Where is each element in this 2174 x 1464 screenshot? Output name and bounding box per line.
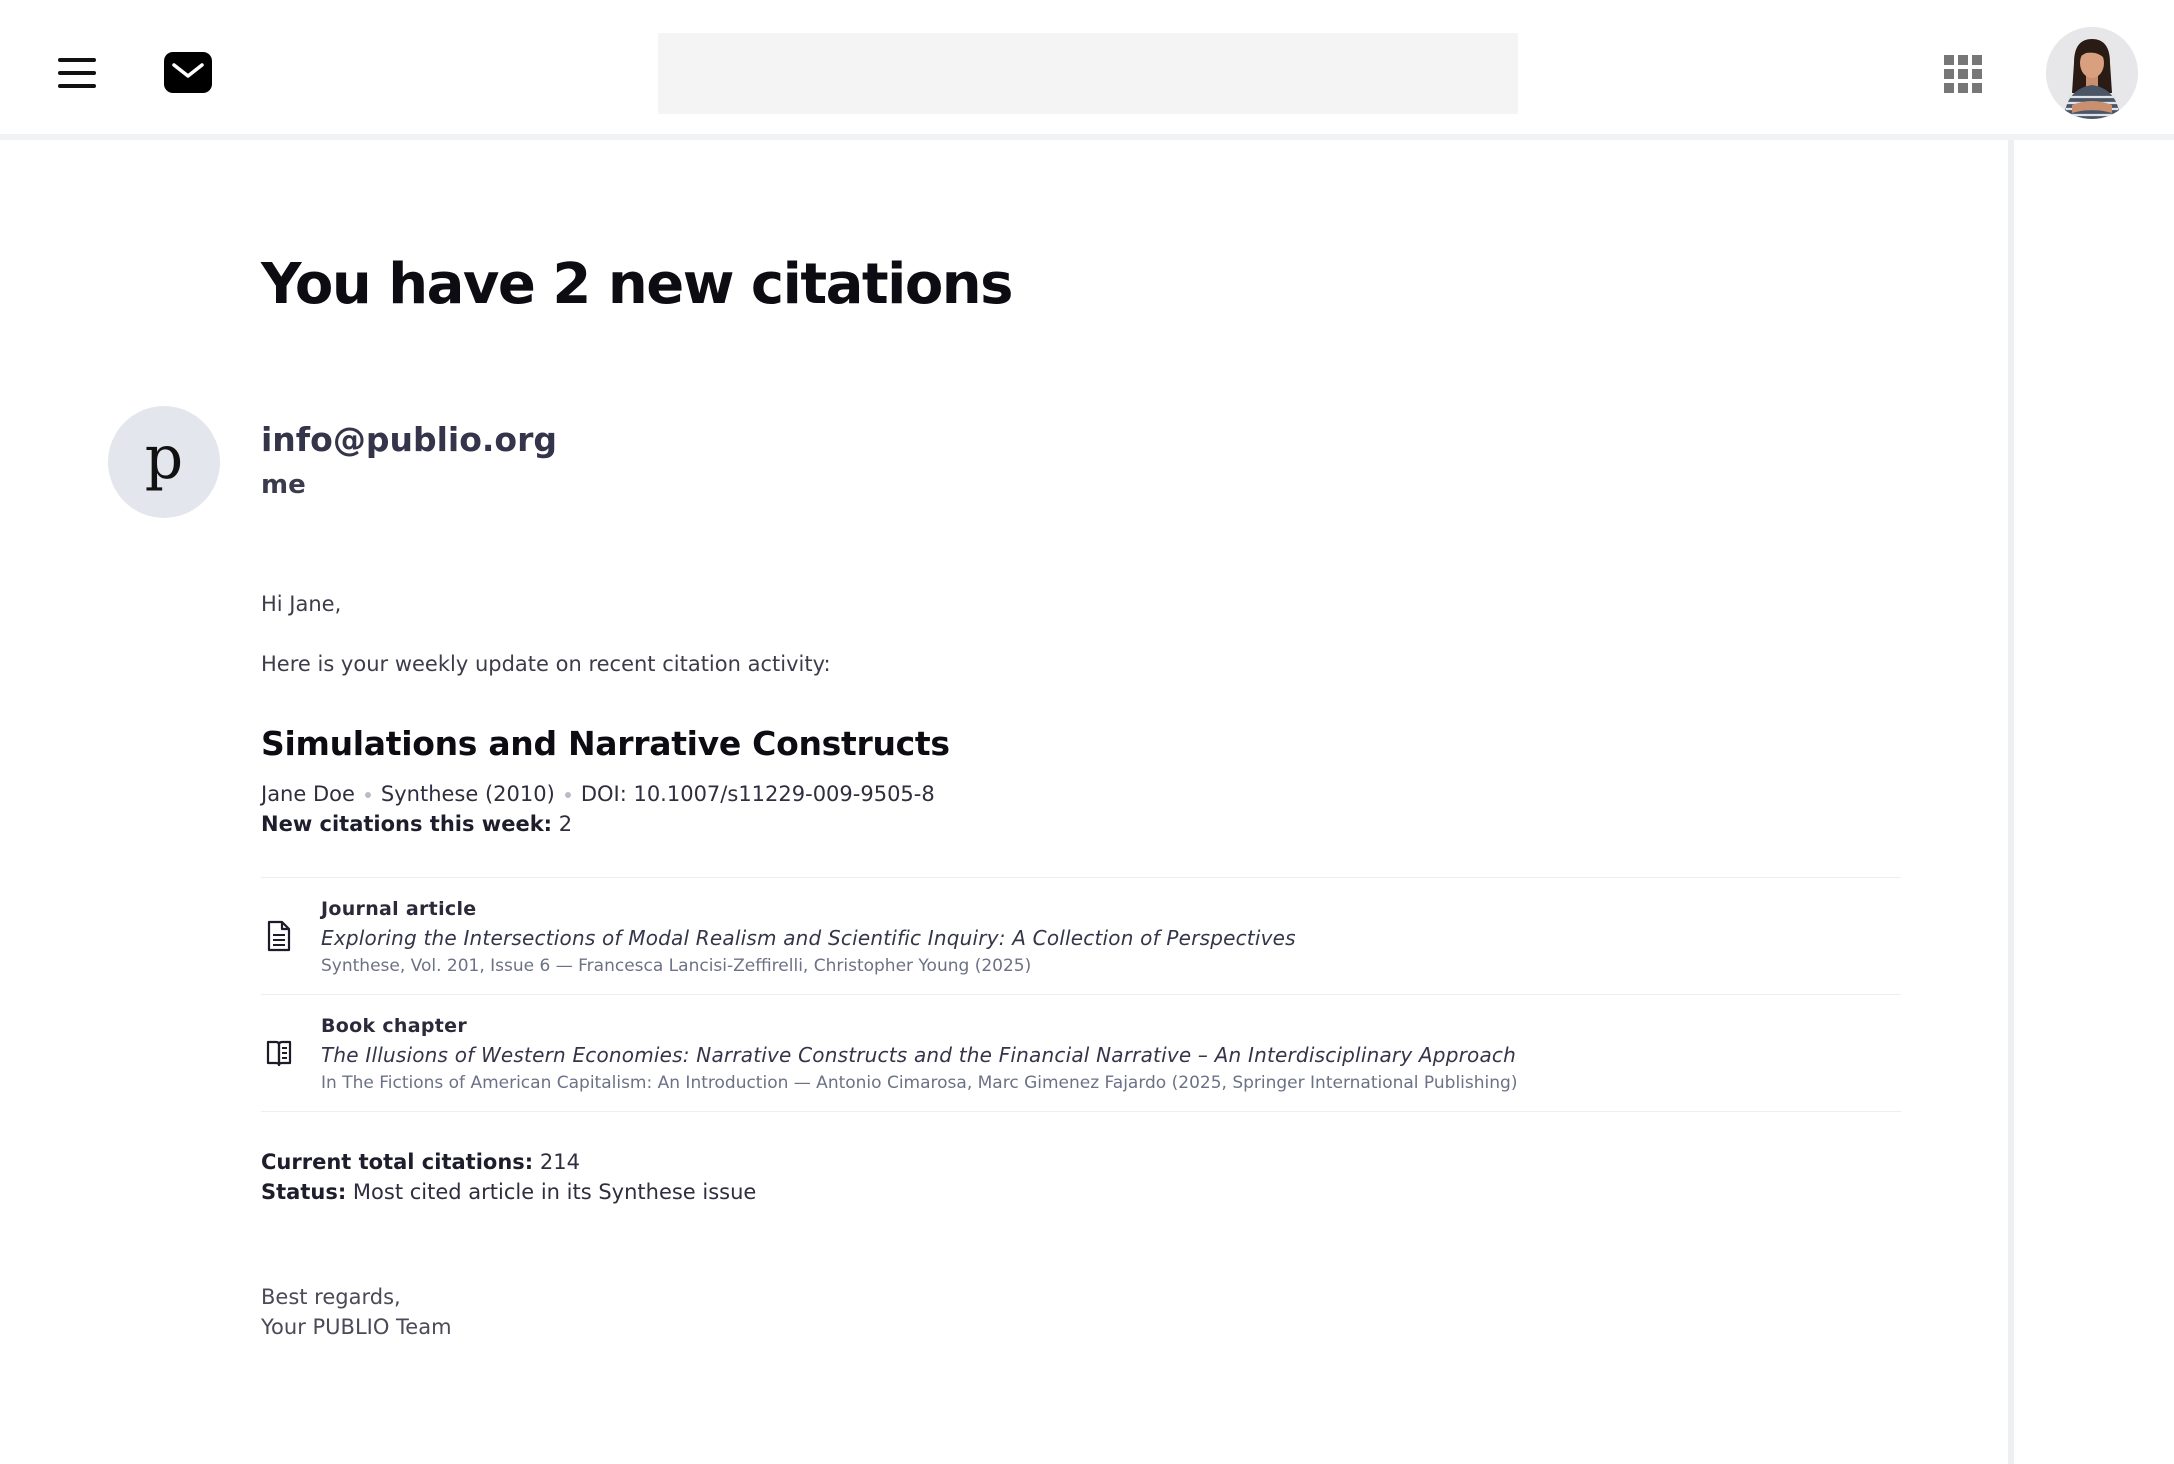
- status-value: Most cited article in its Synthese issue: [352, 1180, 757, 1204]
- signoff-regards: Best regards,: [261, 1285, 401, 1309]
- citation-title[interactable]: Exploring the Intersections of Modal Rea…: [321, 926, 1296, 950]
- new-citations-label: New citations this week:: [261, 812, 553, 836]
- citation-item[interactable]: Book chapter The Illusions of Western Ec…: [261, 995, 1901, 1112]
- total-citations-label: Current total citations:: [261, 1150, 534, 1174]
- search-input[interactable]: [658, 33, 1518, 114]
- separator-dot: [564, 792, 571, 798]
- document-icon: [267, 920, 291, 952]
- intro-text: Here is your weekly update on recent cit…: [261, 652, 831, 676]
- citation-type: Book chapter: [321, 1015, 467, 1037]
- total-citations-line: Current total citations: 214: [261, 1150, 580, 1174]
- separator-dot: [364, 792, 371, 798]
- greeting: Hi Jane,: [261, 592, 342, 616]
- email-subject: You have 2 new citations: [261, 252, 1014, 317]
- citation-source: In The Fictions of American Capitalism: …: [321, 1073, 1518, 1093]
- paper-meta: Jane Doe Synthese (2010) DOI: 10.1007/s112…: [261, 782, 935, 806]
- new-citations-line: New citations this week: 2: [261, 812, 572, 836]
- paper-title: Simulations and Narrative Constructs: [261, 724, 950, 763]
- new-citations-value: 2: [558, 812, 573, 836]
- status-line: Status: Most cited article in its Synthe…: [261, 1180, 756, 1204]
- apps-grid-icon[interactable]: [1944, 55, 1982, 93]
- menu-line: [58, 58, 96, 62]
- paper-author: Jane Doe: [261, 782, 355, 806]
- status-label: Status:: [261, 1180, 347, 1204]
- signoff-team: Your PUBLIO Team: [261, 1315, 452, 1339]
- sender-email[interactable]: info@publio.org: [261, 420, 557, 459]
- citation-title[interactable]: The Illusions of Western Economies: Narr…: [321, 1043, 1516, 1067]
- menu-line: [58, 71, 96, 75]
- book-icon: [266, 1040, 292, 1067]
- menu-line: [58, 84, 96, 88]
- top-bar: [0, 0, 2174, 140]
- hamburger-menu-icon[interactable]: [55, 55, 99, 91]
- paper-venue: Synthese (2010): [380, 782, 555, 806]
- avatar-portrait: [2046, 27, 2138, 119]
- citation-list: Journal article Exploring the Intersecti…: [261, 877, 1901, 1112]
- mail-icon[interactable]: [163, 51, 213, 94]
- right-rail-divider: [2008, 140, 2014, 1464]
- paper-doi[interactable]: DOI: 10.1007/s11229-009-9505-8: [581, 782, 935, 806]
- sender-avatar: p: [108, 406, 220, 518]
- recipient-label: me: [261, 470, 306, 500]
- citation-item[interactable]: Journal article Exploring the Intersecti…: [261, 878, 1901, 995]
- total-citations-value: 214: [539, 1150, 580, 1174]
- citation-source: Synthese, Vol. 201, Issue 6 — Francesca …: [321, 956, 1032, 976]
- citation-type: Journal article: [321, 898, 477, 920]
- user-avatar[interactable]: [2046, 27, 2138, 119]
